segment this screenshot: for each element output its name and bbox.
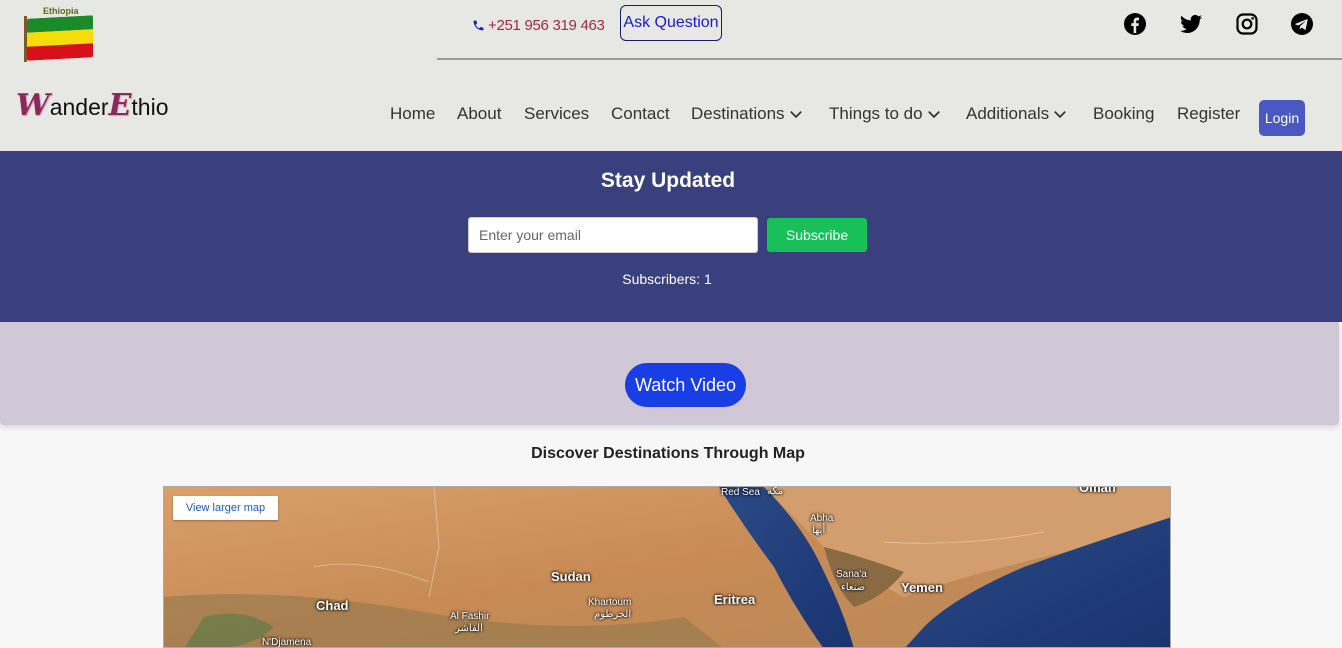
map-label-al-fashir-ar: الفاشر — [455, 623, 483, 634]
nav-additionals-label: Additionals — [966, 104, 1050, 123]
map-label-al-fashir: Al Fashir — [450, 611, 490, 622]
flag-icon — [27, 15, 93, 61]
map-label-oman: Oman — [1079, 486, 1116, 495]
telegram-icon[interactable] — [1290, 12, 1314, 36]
subscribe-button[interactable]: Subscribe — [767, 218, 867, 252]
wanderethio-logo[interactable]: WanderEthio — [16, 88, 169, 123]
nav-destinations[interactable]: Destinations — [691, 104, 803, 124]
nav-register-label: Register — [1177, 104, 1241, 123]
destinations-map[interactable]: View larger map Red Sea مكة Oman Abha أب… — [163, 486, 1171, 648]
instagram-icon[interactable] — [1235, 12, 1259, 36]
phone-icon — [473, 20, 484, 31]
nav-services[interactable]: Services — [524, 104, 589, 124]
map-label-yemen: Yemen — [901, 580, 943, 595]
map-label-red-sea: Red Sea — [721, 487, 760, 498]
map-label-abha-ar: أبها — [812, 525, 826, 536]
nav-booking[interactable]: Booking — [1093, 104, 1154, 124]
nav-contact[interactable]: Contact — [611, 104, 670, 124]
map-label-sudan: Sudan — [551, 569, 591, 584]
chevron-down-icon — [1054, 111, 1067, 119]
phone-link[interactable]: +251 956 319 463 — [472, 17, 605, 34]
nav-destinations-label: Destinations — [691, 104, 785, 123]
logo-letter-e: E — [108, 88, 132, 123]
satellite-map-image — [164, 487, 1170, 647]
flag-label: Ethiopia — [43, 6, 79, 16]
chevron-down-icon — [789, 111, 802, 119]
map-label-chad: Chad — [316, 598, 349, 613]
nav-home-label: Home — [390, 104, 436, 123]
nav-things-label: Things to do — [829, 104, 923, 123]
map-label-makkah: مكة — [767, 486, 784, 497]
video-section: Watch Video — [0, 322, 1339, 425]
header-divider — [437, 58, 1342, 60]
map-label-sanaa-ar: صنعاء — [841, 582, 866, 593]
logo-text-1: ander — [49, 94, 109, 120]
nav-booking-label: Booking — [1093, 104, 1155, 123]
nav-about-label: About — [457, 104, 502, 123]
watch-video-button[interactable]: Watch Video — [625, 363, 746, 407]
nav-services-label: Services — [524, 104, 590, 123]
logo-text-2: thio — [131, 94, 169, 120]
subscriber-count: Subscribers: 1 — [622, 271, 712, 287]
map-section-title: Discover Destinations Through Map — [531, 445, 805, 462]
twitter-icon[interactable] — [1179, 12, 1203, 36]
newsletter-section: Stay Updated Subscribe Subscribers: 1 — [0, 151, 1342, 322]
facebook-icon[interactable] — [1123, 12, 1147, 36]
map-label-ndjamena: N'Djamena — [262, 637, 312, 648]
phone-number: +251 956 319 463 — [488, 17, 605, 34]
map-label-khartoum: Khartoum — [588, 597, 632, 608]
map-label-abha: Abha — [810, 513, 834, 524]
map-label-eritrea: Eritrea — [714, 592, 756, 607]
nav-about[interactable]: About — [457, 104, 501, 124]
ask-question-button[interactable]: Ask Question — [620, 5, 722, 41]
email-field[interactable] — [468, 217, 758, 253]
map-label-khartoum-ar: الخرطوم — [594, 609, 632, 620]
site-header: Ethiopia +251 956 319 463 Ask Question W… — [0, 0, 1342, 151]
nav-things-to-do[interactable]: Things to do — [829, 104, 941, 124]
ethiopia-flag-logo[interactable]: Ethiopia — [22, 4, 96, 62]
chevron-down-icon — [927, 111, 940, 119]
map-label-sanaa: Sana'a — [836, 569, 867, 580]
nav-home[interactable]: Home — [390, 104, 435, 124]
login-button[interactable]: Login — [1259, 100, 1305, 136]
logo-letter-w: W — [16, 88, 50, 123]
nav-additionals[interactable]: Additionals — [966, 104, 1067, 124]
nav-contact-label: Contact — [611, 104, 670, 123]
nav-register[interactable]: Register — [1177, 104, 1240, 124]
view-larger-map-button[interactable]: View larger map — [173, 496, 278, 520]
newsletter-title: Stay Updated — [600, 169, 736, 192]
